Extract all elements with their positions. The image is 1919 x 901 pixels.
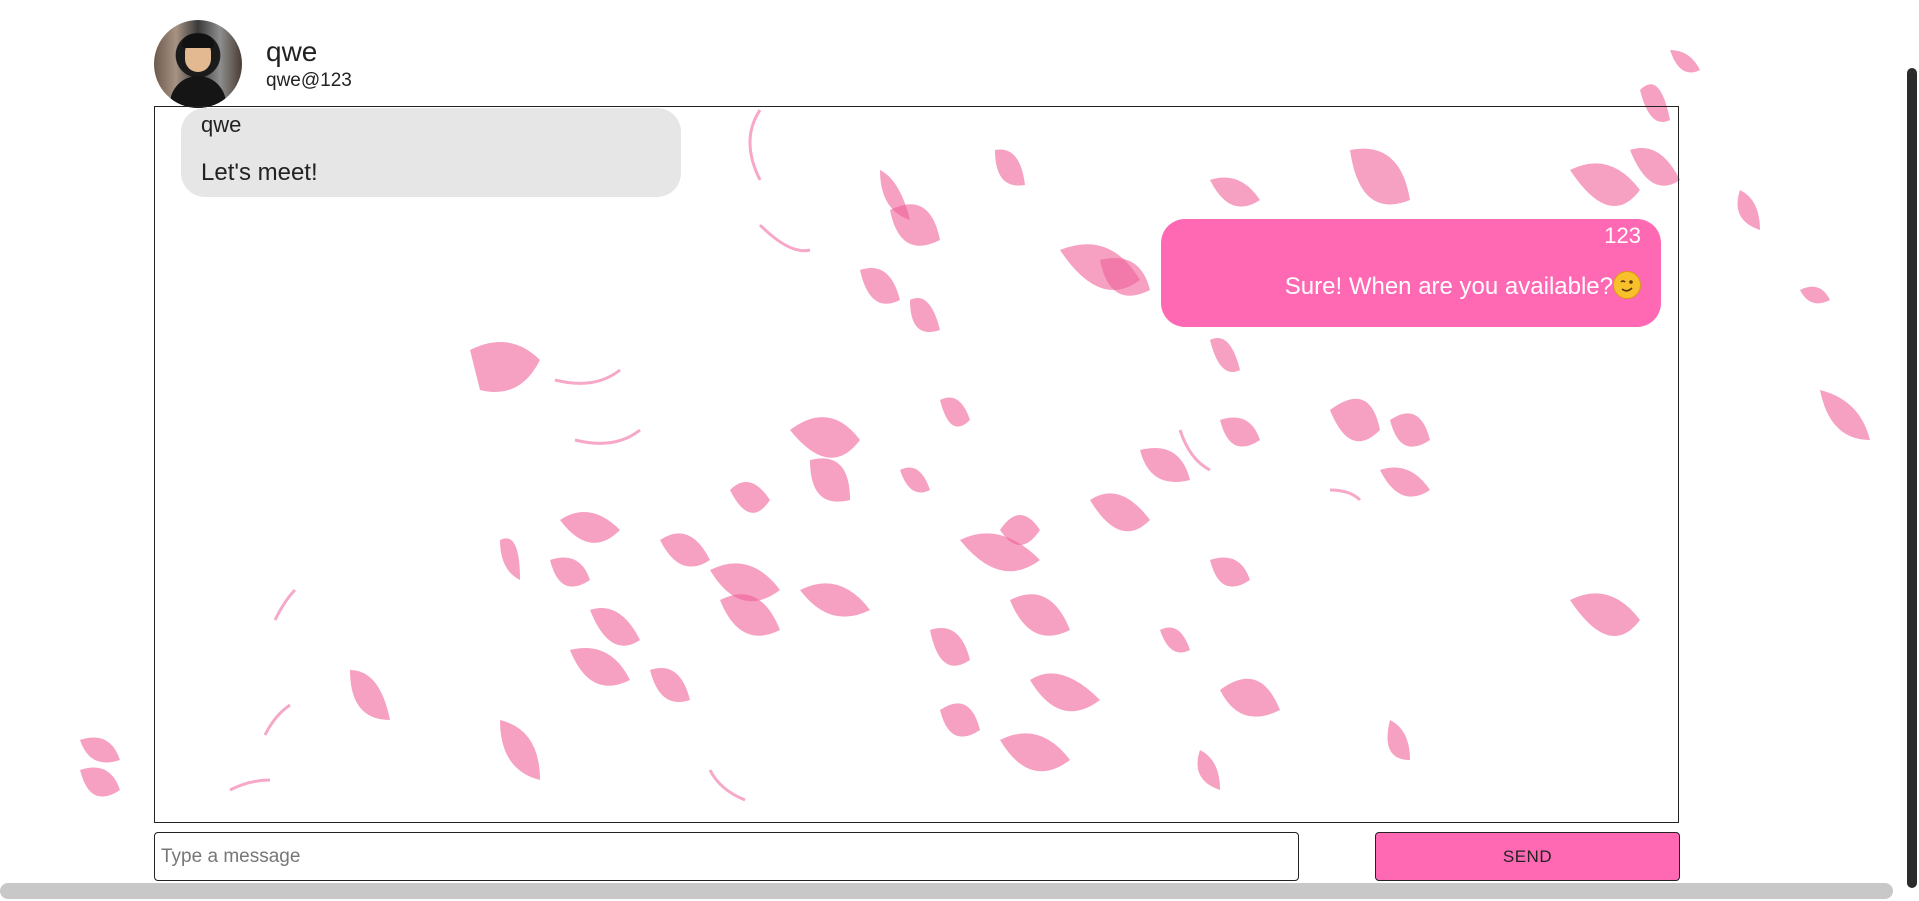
message-text: Let's meet! [201, 159, 318, 186]
chat-page: qwe qwe@123 qwe Let's meet! 123 Sure! Wh… [0, 0, 1919, 901]
message-bubble-outgoing: 123 Sure! When are you available? [1161, 219, 1661, 327]
message-text-row: Sure! When are you available? [1181, 271, 1641, 302]
user-meta: qwe qwe@123 [266, 36, 352, 92]
avatar-body-shape [170, 76, 226, 108]
winking-face-icon [1613, 271, 1641, 299]
message-bubble-incoming: qwe Let's meet! [181, 108, 681, 197]
vertical-scrollbar[interactable] [1907, 68, 1917, 888]
message-text: Sure! When are you available? [1284, 273, 1613, 300]
horizontal-scrollbar[interactable] [0, 883, 1893, 899]
avatar-hair-shape [182, 34, 214, 48]
user-name: qwe [266, 36, 318, 67]
profile-header: qwe qwe@123 [154, 20, 352, 108]
message-input[interactable] [154, 832, 1299, 881]
user-handle: qwe@123 [266, 70, 352, 91]
chat-messages-area[interactable]: qwe Let's meet! 123 Sure! When are you a… [154, 106, 1679, 823]
avatar[interactable] [154, 20, 242, 108]
send-button[interactable]: SEND [1375, 832, 1680, 881]
message-sender: 123 [1604, 223, 1641, 248]
message-sender: qwe [201, 112, 242, 137]
